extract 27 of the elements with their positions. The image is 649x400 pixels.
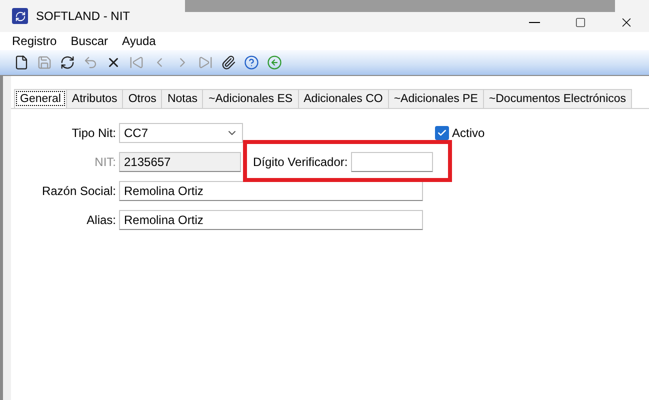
menu-item[interactable]: Ayuda xyxy=(122,34,156,48)
check-icon xyxy=(437,128,447,138)
tab[interactable]: Notas xyxy=(161,89,204,108)
checkbox-label: Activo xyxy=(452,126,485,140)
menu-item[interactable]: Registro xyxy=(12,34,57,48)
field-label: NIT: xyxy=(94,155,116,169)
type-dropdown[interactable]: CC7 xyxy=(119,123,243,143)
tab[interactable]: ~Adicionales PE xyxy=(388,89,484,108)
app-logo-icon xyxy=(12,8,28,24)
business-name-field[interactable]: Remolina Ortiz xyxy=(119,181,423,201)
tab[interactable]: ~Documentos Electrónicos xyxy=(482,89,632,108)
check-digit-field[interactable] xyxy=(350,152,433,172)
tab[interactable]: Otros xyxy=(122,89,162,108)
field-label: Alias: xyxy=(86,213,116,227)
tab[interactable]: ~Adicionales ES xyxy=(202,89,299,108)
alias-field[interactable]: Remolina Ortiz xyxy=(119,210,423,230)
window-title: SOFTLAND - NIT xyxy=(36,9,130,23)
tab[interactable]: Atributos xyxy=(66,89,124,108)
tab[interactable]: Adicionales CO xyxy=(298,89,389,108)
menu-item[interactable]: Buscar xyxy=(70,34,108,48)
maximize-icon xyxy=(574,16,586,28)
field-label: Tipo Nit: xyxy=(72,126,116,140)
field-label: Razón Social: xyxy=(42,184,116,198)
field-label: Dígito Verificador: xyxy=(253,155,348,169)
active-checkbox[interactable] xyxy=(435,126,449,140)
tab[interactable]: General xyxy=(14,89,67,108)
help-icon[interactable] xyxy=(242,54,260,72)
